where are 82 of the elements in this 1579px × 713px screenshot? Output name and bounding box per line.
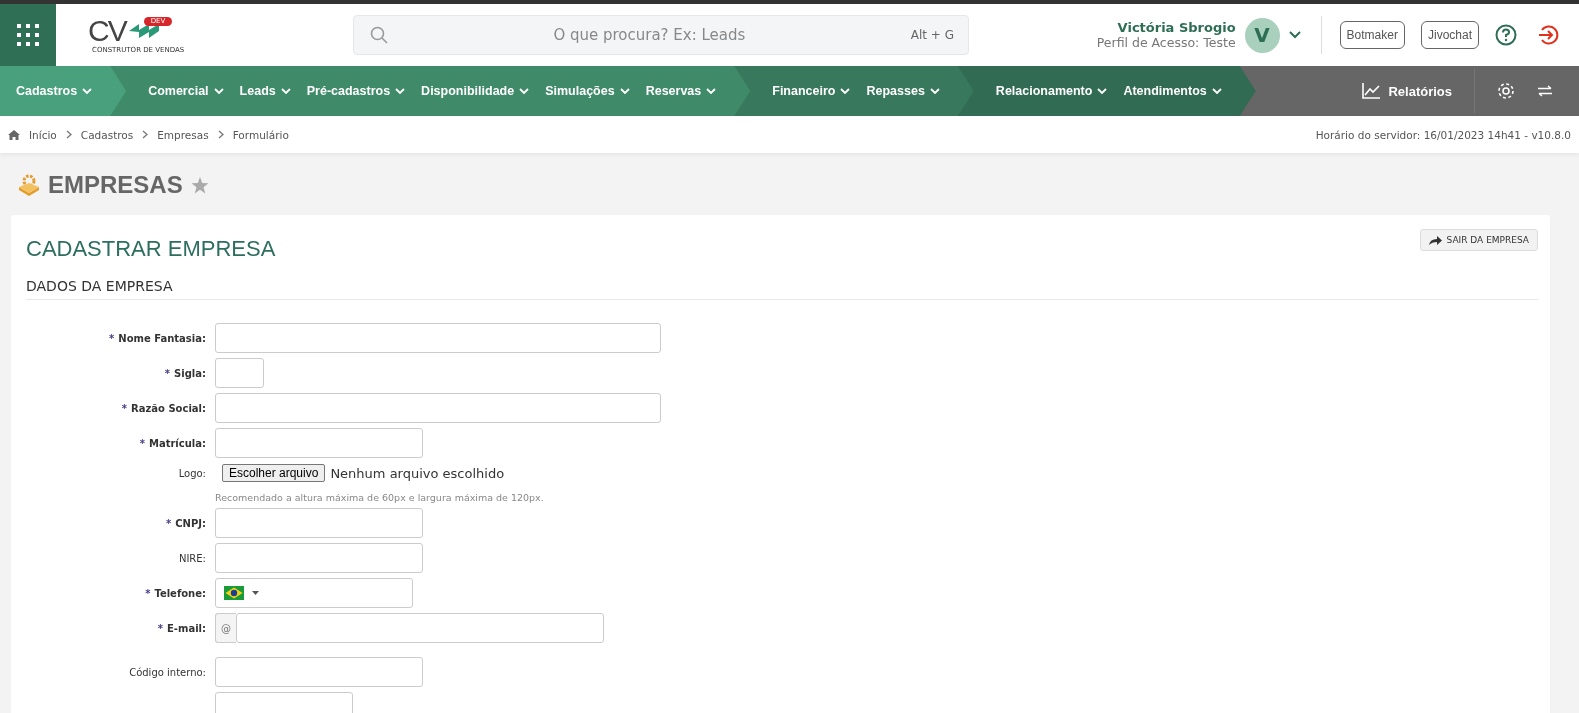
chevron-down-icon bbox=[929, 87, 940, 95]
chevron-down-icon bbox=[213, 87, 224, 95]
nav-menu-item[interactable]: Atendimentos bbox=[1123, 84, 1222, 98]
text-input[interactable] bbox=[215, 428, 423, 458]
email-input[interactable] bbox=[236, 613, 604, 643]
nav-menu-item[interactable]: Relacionamento bbox=[995, 84, 1108, 98]
form-title: CADASTRAR EMPRESA bbox=[26, 236, 276, 262]
nav-menu-item[interactable]: Leads bbox=[239, 84, 291, 98]
building-gear-icon bbox=[18, 174, 40, 196]
nav-menu-item[interactable]: Comercial bbox=[148, 84, 224, 98]
shortcut-hint: Alt + G bbox=[910, 28, 954, 42]
chevron-right-icon bbox=[142, 130, 149, 139]
field-label: Código interno: bbox=[129, 666, 206, 678]
home-icon bbox=[8, 129, 20, 140]
field-label: * E-mail: bbox=[157, 622, 206, 634]
user-avatar[interactable]: V bbox=[1244, 17, 1280, 53]
breadcrumb-link[interactable]: Formulário bbox=[232, 128, 289, 141]
nav-menu-item[interactable]: Simulações bbox=[545, 84, 630, 98]
nav-menu-item[interactable]: Repasses bbox=[866, 84, 940, 98]
chevron-down-icon bbox=[1097, 87, 1108, 95]
server-time: Horário do servidor: 16/01/2023 14h41 - v10.8.0 bbox=[1315, 128, 1571, 141]
chevron-right-icon bbox=[217, 130, 224, 139]
grid-icon bbox=[16, 23, 40, 47]
field-label: * Telefone: bbox=[145, 587, 206, 599]
field-hint: Recomendado a altura máxima de 60px e largura máxima de 120px. bbox=[215, 492, 544, 503]
chevron-down-icon bbox=[619, 87, 630, 95]
text-input[interactable] bbox=[215, 692, 353, 713]
search-field[interactable]: O que procura? Ex: Leads Alt + G bbox=[353, 15, 969, 55]
nav-menu-item[interactable]: Disponibilidade bbox=[421, 84, 530, 98]
field-label: * CNPJ: bbox=[166, 517, 206, 529]
text-input[interactable] bbox=[215, 657, 423, 687]
user-name: Victória Sbrogio bbox=[1117, 20, 1236, 35]
star-icon[interactable] bbox=[190, 176, 209, 194]
line-chart-icon bbox=[1362, 83, 1381, 99]
field-label: * Sigla: bbox=[164, 367, 206, 379]
user-profile: Perfil de Acesso: Teste bbox=[1096, 35, 1236, 50]
chevron-down-icon[interactable] bbox=[1288, 31, 1301, 39]
chevron-down-icon bbox=[280, 87, 291, 95]
swap-arrows-icon[interactable] bbox=[1537, 85, 1553, 97]
text-input[interactable] bbox=[215, 358, 264, 388]
search-input[interactable]: O que procura? Ex: Leads bbox=[388, 25, 911, 45]
nav-menu-item[interactable]: Financeiro bbox=[772, 84, 851, 98]
chevron-right-icon bbox=[65, 130, 72, 139]
chevron-down-icon bbox=[395, 87, 406, 95]
brazil-flag-icon bbox=[224, 586, 244, 600]
at-sign-addon: @ bbox=[215, 613, 236, 643]
settings-icon[interactable] bbox=[1497, 82, 1515, 100]
chevron-down-icon bbox=[519, 87, 530, 95]
chevron-down-icon bbox=[82, 87, 93, 95]
field-label: * Razão Social: bbox=[121, 402, 206, 414]
field-label: Logo: bbox=[178, 467, 206, 479]
logout-icon[interactable] bbox=[1537, 24, 1559, 46]
text-input[interactable] bbox=[215, 508, 423, 538]
chevron-down-icon bbox=[840, 87, 851, 95]
nav-menu-item[interactable]: Reservas bbox=[645, 84, 717, 98]
text-input[interactable] bbox=[215, 543, 423, 573]
exit-company-button[interactable]: SAIR DA EMPRESA bbox=[1419, 229, 1538, 251]
field-label: NIRE: bbox=[178, 552, 206, 564]
apps-menu-button[interactable] bbox=[0, 4, 56, 66]
integration-button[interactable]: Jivochat bbox=[1420, 21, 1479, 49]
breadcrumb-link[interactable]: Início bbox=[29, 128, 57, 141]
field-label: * Nome Fantasia: bbox=[109, 332, 206, 344]
dropdown-caret-icon[interactable] bbox=[252, 591, 259, 595]
breadcrumb-link[interactable]: Empresas bbox=[157, 128, 209, 141]
section-heading: DADOS DA EMPRESA bbox=[26, 278, 1538, 300]
help-icon[interactable] bbox=[1495, 24, 1517, 46]
phone-input[interactable] bbox=[215, 578, 413, 608]
integration-button[interactable]: Botmaker bbox=[1339, 21, 1405, 49]
nav-menu-item[interactable]: Cadastros bbox=[16, 84, 93, 98]
breadcrumb-link[interactable]: Cadastros bbox=[80, 128, 134, 141]
reports-link[interactable]: Relatórios bbox=[1362, 83, 1452, 99]
file-status: Nenhum arquivo escolhido bbox=[330, 465, 505, 481]
choose-file-button[interactable]: Escolher arquivo bbox=[222, 464, 326, 482]
search-icon bbox=[370, 26, 388, 44]
page-title: EMPRESAS bbox=[48, 171, 183, 199]
share-arrow-icon bbox=[1428, 235, 1442, 245]
chevron-down-icon bbox=[1211, 87, 1222, 95]
text-input[interactable] bbox=[215, 323, 661, 353]
chevron-down-icon bbox=[706, 87, 717, 95]
nav-menu-item[interactable]: Pré-cadastros bbox=[306, 84, 406, 98]
field-label: * Matrícula: bbox=[139, 437, 206, 449]
text-input[interactable] bbox=[215, 393, 661, 423]
